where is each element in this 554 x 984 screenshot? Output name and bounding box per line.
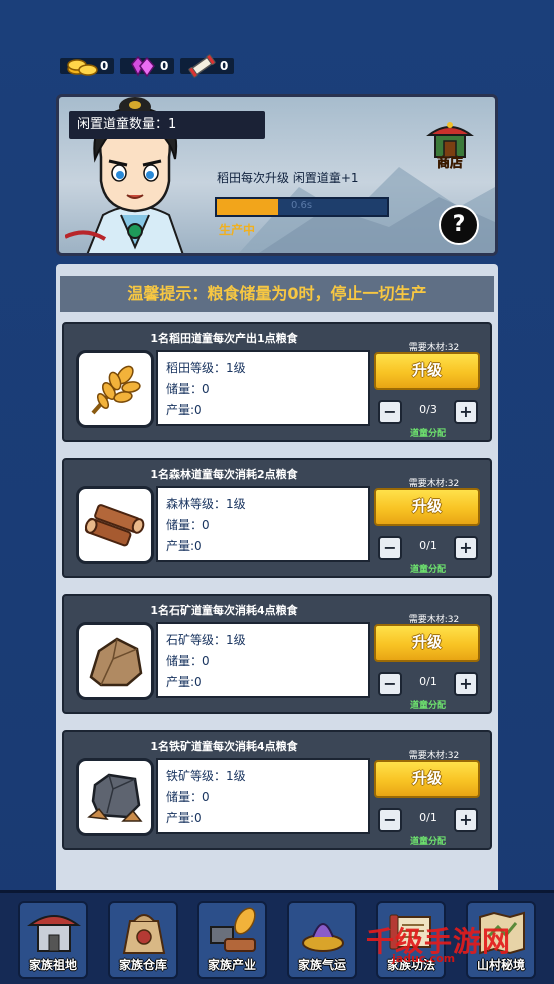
- output-text: 产量:0: [166, 811, 202, 825]
- production-progress-bar: 0.6s: [215, 197, 389, 217]
- wheat-icon: [76, 350, 154, 428]
- nav-label: 家族气运: [297, 958, 346, 972]
- production-progress-fill: [217, 199, 279, 215]
- output-text: 产量:0: [166, 675, 202, 689]
- allocation-stepper: − 0/1 +: [378, 672, 478, 696]
- currency-bar: 0 0 0: [60, 54, 234, 78]
- stone-icon: [76, 622, 154, 700]
- gold-currency: 0: [60, 54, 114, 78]
- increase-button[interactable]: +: [454, 808, 478, 832]
- help-button[interactable]: ?: [439, 205, 479, 245]
- assign-label: 道童分配: [409, 837, 446, 847]
- upgrade-button[interactable]: 升级: [374, 624, 480, 662]
- nav-label: 家族产业: [207, 958, 256, 972]
- allocation-stepper: − 0/1 +: [378, 808, 478, 832]
- nav-warehouse[interactable]: 家族仓库: [108, 901, 178, 979]
- idle-count-label: 闲置道童数量：1: [69, 111, 265, 139]
- production-card-iron: 1名铁矿道童每次消耗4点粮食 铁矿等级：1级 储量：0 产量:0 需要木材:32…: [62, 730, 492, 850]
- output-text: 产量:0: [166, 403, 202, 417]
- assign-label: 道童分配: [409, 565, 446, 575]
- production-progress-text: 0.6s: [291, 200, 313, 211]
- allocation-value: 0/1: [419, 675, 437, 688]
- card-title: 1名森林道童每次消耗2点粮食: [150, 468, 298, 481]
- allocation-value: 0/1: [419, 539, 437, 552]
- gem-currency: 0: [120, 54, 174, 78]
- storage-text: 储量：0: [166, 790, 210, 804]
- card-title: 1名铁矿道童每次消耗4点粮食: [150, 740, 298, 753]
- storage-text: 储量：0: [166, 654, 210, 668]
- industry-icon: [210, 907, 256, 952]
- assign-label: 道童分配: [409, 429, 446, 439]
- allocation-value: 0/1: [419, 811, 437, 824]
- production-header-panel: 闲置道童数量：1 稻田每次升级 闲置道童+1 0.6s 生产中 商店 ?: [56, 94, 498, 256]
- level-text: 铁矿等级：1级: [166, 769, 246, 783]
- warehouse-bag-icon: [122, 914, 166, 954]
- nav-label: 家族祖地: [28, 958, 77, 972]
- upgrade-button[interactable]: 升级: [374, 352, 480, 390]
- decrease-button[interactable]: −: [378, 672, 402, 696]
- upgrade-info-text: 稻田每次升级 闲置道童+1: [217, 171, 359, 185]
- nav-ancestral-land[interactable]: 家族祖地: [18, 901, 88, 979]
- warm-tip-banner: 温馨提示：粮食储量为0时，停止一切生产: [60, 276, 494, 312]
- nav-fortune[interactable]: 家族气运: [287, 901, 357, 979]
- output-text: 产量:0: [166, 539, 202, 553]
- watermark-url: jaduc.com: [392, 952, 456, 965]
- increase-button[interactable]: +: [454, 536, 478, 560]
- gem-icon: [126, 54, 160, 78]
- level-text: 稻田等级：1级: [166, 361, 246, 375]
- card-info-box: 稻田等级：1级 储量：0 产量:0: [156, 350, 370, 426]
- scroll-icon: [186, 54, 220, 78]
- card-info-box: 森林等级：1级 储量：0 产量:0: [156, 486, 370, 562]
- allocation-stepper: − 0/1 +: [378, 536, 478, 560]
- level-text: 森林等级：1级: [166, 497, 246, 511]
- production-card-rice: 1名稻田道童每次产出1点粮食 稻田等级：1级 储量：0 产量:0 需要木材:32…: [62, 322, 492, 442]
- iron-ore-icon: [76, 758, 154, 836]
- scroll-currency: 0: [180, 54, 234, 78]
- nav-industry[interactable]: 家族产业: [197, 901, 267, 979]
- card-info-box: 铁矿等级：1级 储量：0 产量:0: [156, 758, 370, 834]
- nav-label: 家族仓库: [118, 958, 167, 972]
- assign-label: 道童分配: [409, 701, 446, 711]
- upgrade-button[interactable]: 升级: [374, 760, 480, 798]
- card-title: 1名石矿道童每次消耗4点粮食: [150, 604, 298, 617]
- wood-log-icon: [76, 486, 154, 564]
- production-card-stone: 1名石矿道童每次消耗4点粮食 石矿等级：1级 储量：0 产量:0 需要木材:32…: [62, 594, 492, 714]
- storage-text: 储量：0: [166, 382, 210, 396]
- decrease-button[interactable]: −: [378, 536, 402, 560]
- fortune-icon: [302, 923, 344, 952]
- storage-text: 储量：0: [166, 518, 210, 532]
- shop-button[interactable]: 商店: [425, 117, 475, 171]
- increase-button[interactable]: +: [454, 400, 478, 424]
- decrease-button[interactable]: −: [378, 808, 402, 832]
- allocation-stepper: − 0/3 +: [378, 400, 478, 424]
- level-text: 石矿等级：1级: [166, 633, 246, 647]
- gold-coins-icon: [66, 54, 100, 78]
- decrease-button[interactable]: −: [378, 400, 402, 424]
- card-info-box: 石矿等级：1级 储量：0 产量:0: [156, 622, 370, 698]
- increase-button[interactable]: +: [454, 672, 478, 696]
- card-title: 1名稻田道童每次产出1点粮食: [150, 332, 298, 345]
- production-list-panel: 温馨提示：粮食储量为0时，停止一切生产 1名稻田道童每次产出1点粮食 稻田等级：…: [56, 264, 498, 894]
- upgrade-button[interactable]: 升级: [374, 488, 480, 526]
- shop-label: 商店: [436, 156, 464, 172]
- production-card-forest: 1名森林道童每次消耗2点粮食 森林等级：1级 储量：0 产量:0 需要木材:32…: [62, 458, 492, 578]
- production-status: 生产中: [219, 223, 256, 237]
- ancestral-hall-icon: [26, 915, 82, 952]
- allocation-value: 0/3: [419, 403, 437, 416]
